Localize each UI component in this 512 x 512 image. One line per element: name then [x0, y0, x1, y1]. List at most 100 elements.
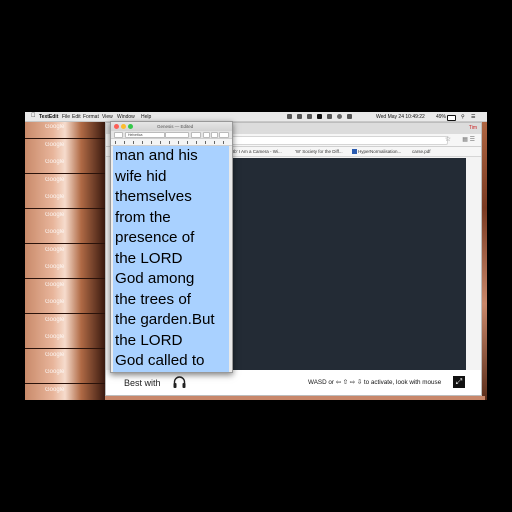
headphones-icon — [173, 376, 186, 388]
wallpaper-tile: Google — [25, 208, 105, 227]
menu-help[interactable]: Help — [141, 114, 151, 120]
tile-logo-text: Google — [45, 351, 65, 358]
tile-logo-text: Google — [45, 264, 65, 270]
tile-logo-text: Google — [45, 246, 65, 253]
hypernormalisation-favicon — [352, 149, 357, 155]
wallpaper-tile: Google — [25, 226, 105, 244]
ruler-tick — [205, 141, 206, 144]
wallpaper-tile: Google — [25, 331, 105, 349]
3d-viewer[interactable] — [230, 158, 466, 370]
textedit-window: Genesis — Edited Helvetica man and his w… — [110, 121, 233, 373]
clock[interactable]: Wed May 24 10:49:22 — [376, 114, 425, 120]
profile-button[interactable]: Tim — [469, 125, 477, 131]
tile-logo-text: Google — [45, 299, 65, 305]
wallpaper-tile: Google — [25, 278, 105, 297]
wallpaper-tile: Google — [25, 243, 105, 262]
wallpaper-bottom — [105, 396, 485, 400]
bookmark-4[interactable]: carse.pdf — [412, 149, 431, 154]
tile-logo-text: Google — [45, 211, 65, 218]
bookmark-3[interactable]: HyperNormalisation... — [352, 149, 401, 155]
tile-logo-text: Google — [45, 176, 65, 183]
bold-button[interactable] — [211, 132, 218, 138]
textedit-titlebar[interactable]: Genesis — Edited — [111, 122, 232, 131]
battery-icon[interactable] — [447, 114, 456, 121]
ruler-tick — [142, 141, 143, 144]
font-size-select[interactable] — [191, 132, 201, 138]
address-bar[interactable] — [231, 136, 448, 145]
wallpaper-tiles: Google Google Google Google Google Google Goog… — [25, 112, 105, 400]
viewer-info-bar: Best with WASD or ⇦ ⇧ ⇨ ⇩ to activate, l… — [106, 370, 481, 395]
bookmark-2[interactable]: 'W' Society for the Diff... — [295, 149, 343, 154]
format-toolbar: Helvetica — [111, 131, 232, 139]
battery-percent: 49% — [436, 113, 447, 120]
ruler-tick — [160, 141, 161, 144]
list-icon[interactable]: ☰ — [471, 114, 475, 120]
ruler-tick — [196, 141, 197, 144]
star-icon[interactable]: ☆ — [445, 135, 451, 143]
ruler-tick — [169, 141, 170, 144]
tile-logo-text: Google — [45, 369, 65, 375]
menu-format[interactable]: Format — [83, 114, 99, 120]
tile-logo-text: Google — [45, 229, 65, 235]
best-with-label: Best with — [124, 378, 161, 388]
menu-view[interactable]: View — [102, 114, 113, 120]
menu-bar:  TextEdit File Edit Format View Window … — [25, 112, 487, 122]
tile-logo-text: Google — [45, 334, 65, 340]
document-title: Genesis — Edited — [157, 123, 194, 129]
document-body[interactable]: man and his wife hid themselves from the… — [113, 146, 229, 372]
ruler-tick — [223, 141, 224, 144]
wallpaper-tile: Google — [25, 296, 105, 314]
ruler-tick — [124, 141, 125, 144]
paragraph-style-select[interactable] — [114, 132, 123, 138]
status-icon-4[interactable] — [317, 114, 322, 119]
wallpaper-tile: Google — [25, 138, 105, 157]
text-color-well[interactable] — [203, 132, 210, 138]
menu-edit[interactable]: Edit — [72, 114, 81, 120]
search-icon[interactable]: ⚲ — [461, 114, 465, 120]
extensions-icon[interactable]: ▦ ☰ — [462, 136, 475, 143]
ruler-tick — [115, 141, 116, 144]
bookmark-1[interactable]: 'Ib' I Am a Camera - Wi... — [232, 149, 282, 154]
wallpaper-tile: Google — [25, 173, 105, 192]
ruler[interactable] — [111, 139, 232, 146]
wallpaper-tile: Google — [25, 383, 105, 400]
font-style-select[interactable] — [165, 132, 189, 138]
status-icon-5[interactable] — [327, 114, 332, 119]
tile-logo-text: Google — [45, 281, 65, 288]
fullscreen-icon[interactable]: ⤢ — [453, 376, 465, 388]
menu-window[interactable]: Window — [117, 114, 135, 120]
wallpaper-tile: Google — [25, 191, 105, 209]
close-button[interactable] — [114, 124, 119, 129]
tile-logo-text: Google — [45, 141, 65, 148]
tile-logo-text: Google — [45, 386, 65, 393]
ruler-tick — [133, 141, 134, 144]
ruler-tick — [187, 141, 188, 144]
wallpaper-tile: Google — [25, 261, 105, 279]
wifi-icon[interactable] — [337, 114, 342, 119]
tile-logo-text: Google — [45, 124, 65, 130]
status-icon-2[interactable] — [297, 114, 302, 119]
wallpaper-tile: Google — [25, 348, 105, 367]
minimize-button[interactable] — [121, 124, 126, 129]
wallpaper-tile: Google — [25, 366, 105, 384]
document-text[interactable]: man and his wife hid themselves from the… — [115, 146, 229, 372]
font-family-select[interactable]: Helvetica — [125, 132, 165, 138]
zoom-button[interactable] — [128, 124, 133, 129]
status-icon-1[interactable] — [287, 114, 292, 119]
menu-file[interactable]: File — [62, 114, 70, 120]
apple-menu[interactable]:  — [31, 113, 36, 119]
tile-logo-text: Google — [45, 159, 65, 165]
tile-logo-text: Google — [45, 194, 65, 200]
wallpaper-tile: Google — [25, 156, 105, 174]
controls-hint: WASD or ⇦ ⇧ ⇨ ⇩ to activate, look with m… — [308, 379, 442, 386]
volume-icon[interactable] — [347, 114, 352, 119]
app-menu[interactable]: TextEdit — [39, 114, 58, 120]
tile-logo-text: Google — [45, 316, 65, 323]
scrollbar[interactable] — [229, 146, 232, 372]
alignment-button[interactable] — [219, 132, 229, 138]
ruler-tick — [178, 141, 179, 144]
status-icon-3[interactable] — [307, 114, 312, 119]
wallpaper-tile: Google — [25, 313, 105, 332]
wallpaper-tile: Google — [25, 121, 105, 139]
ruler-tick — [151, 141, 152, 144]
